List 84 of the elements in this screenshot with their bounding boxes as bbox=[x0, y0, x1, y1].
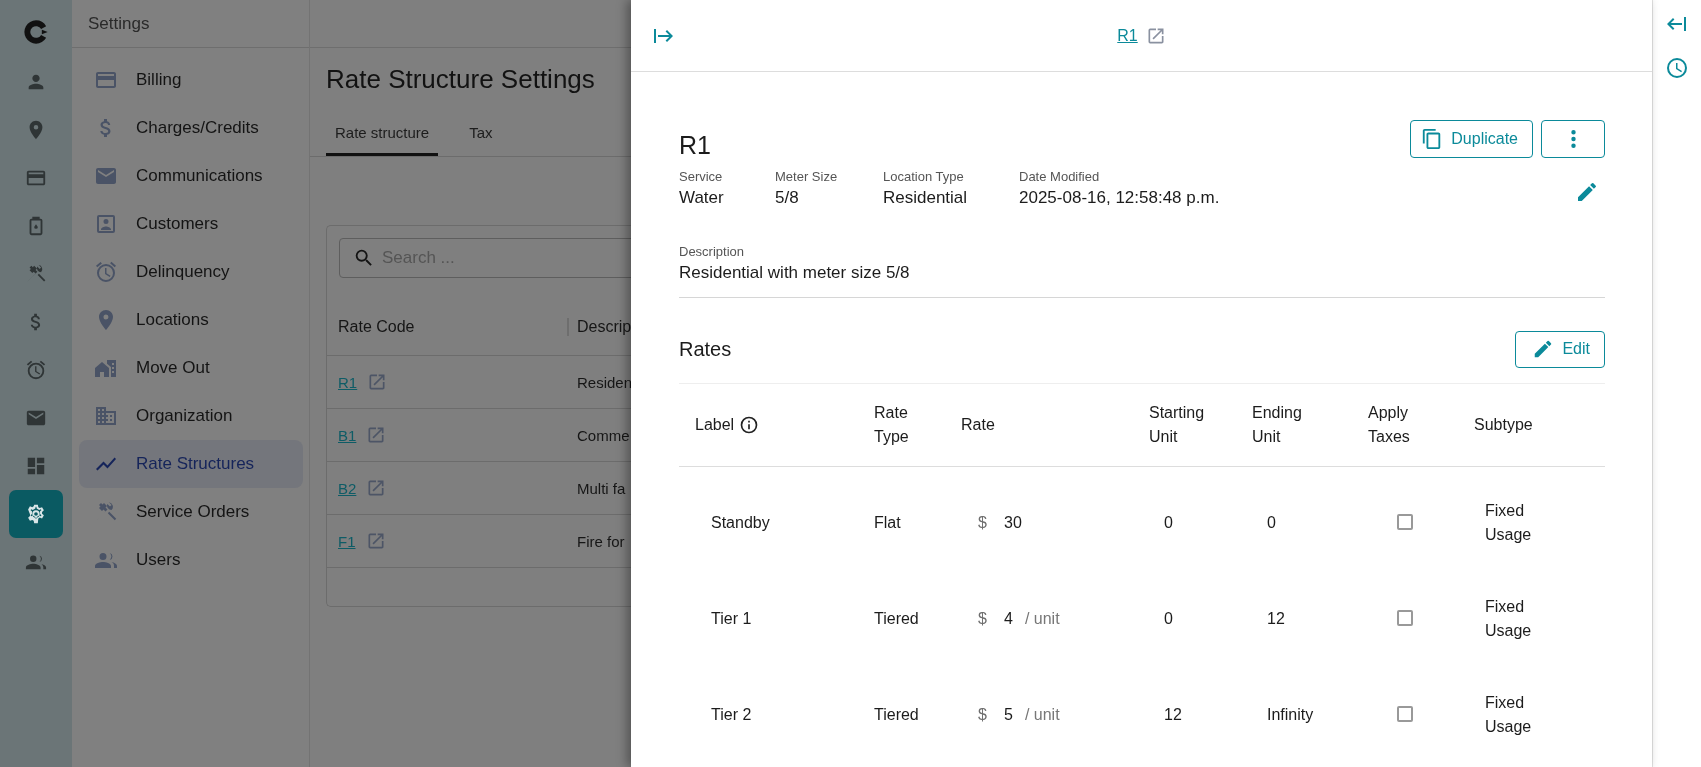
info-icon bbox=[739, 415, 760, 435]
table-cell-text: Fixed Usage bbox=[1484, 501, 1532, 545]
table-cell-text: Tiered bbox=[874, 706, 920, 724]
table-cell-text: 0 bbox=[1163, 610, 1174, 628]
currency-symbol: $ bbox=[978, 610, 988, 628]
settings-nav-item[interactable]: Locations bbox=[79, 296, 303, 344]
more-options-button[interactable] bbox=[1541, 120, 1605, 158]
settings-nav-item[interactable]: Users bbox=[79, 536, 303, 584]
alarm-clock-icon bbox=[25, 359, 47, 381]
external-link-icon bbox=[366, 478, 387, 498]
apply-taxes-checkbox[interactable] bbox=[1397, 610, 1413, 626]
table-cell-text: Fixed Usage bbox=[1484, 597, 1532, 641]
more-vertical-icon bbox=[1570, 130, 1576, 148]
rate-unit: / unit bbox=[1024, 706, 1060, 724]
external-link-icon bbox=[367, 372, 388, 392]
field-label: Description bbox=[679, 244, 746, 259]
rate-amount: 30 bbox=[1004, 514, 1022, 532]
column-header: Rate bbox=[961, 415, 995, 435]
section-title: Rates bbox=[679, 337, 732, 361]
alarm-clock-icon bbox=[94, 260, 118, 284]
settings-nav-item[interactable]: Service Orders bbox=[79, 488, 303, 536]
rate-code-link[interactable]: R1 bbox=[1117, 26, 1138, 45]
apply-taxes-checkbox[interactable] bbox=[1397, 514, 1413, 530]
table-cell-text: Comme bbox=[576, 426, 631, 444]
apply-taxes-checkbox[interactable] bbox=[1397, 706, 1413, 722]
column-header: Starting Unit bbox=[1149, 403, 1205, 447]
rate-amount: 4 bbox=[1004, 610, 1013, 628]
field-value: 5/8 bbox=[775, 188, 800, 208]
tab[interactable]: Tax bbox=[460, 114, 502, 156]
rate-unit: / unit bbox=[1024, 610, 1060, 628]
table-cell-text: Fire for bbox=[576, 532, 626, 550]
settings-title: Settings bbox=[88, 13, 150, 34]
table-cell-text: Tier 2 bbox=[710, 706, 753, 724]
settings-nav-item[interactable]: Customers bbox=[79, 200, 303, 248]
column-header: Apply Taxes bbox=[1368, 403, 1410, 447]
clock-icon bbox=[1665, 56, 1689, 80]
table-cell-text: Multi fa bbox=[576, 479, 627, 497]
field-value: 2025-08-16, 12:58:48 p.m. bbox=[1019, 188, 1220, 208]
pencil-icon bbox=[1575, 180, 1599, 204]
settings-nav-item[interactable]: Delinquency bbox=[79, 248, 303, 296]
currency-symbol: $ bbox=[978, 706, 988, 724]
settings-nav-item[interactable]: Communications bbox=[79, 152, 303, 200]
column-header: Label bbox=[695, 415, 735, 435]
duplicate-button[interactable]: Duplicate bbox=[1410, 120, 1533, 158]
table-cell-text: Tiered bbox=[874, 610, 920, 628]
table-cell-text: Infinity bbox=[1266, 706, 1315, 724]
field-label: Date Modified bbox=[1019, 169, 1101, 184]
settings-nav-item[interactable]: Charges/Credits bbox=[79, 104, 303, 152]
edit-rates-button[interactable]: Edit bbox=[1515, 330, 1605, 368]
settings-nav-item[interactable]: Organization bbox=[79, 392, 303, 440]
column-header: Ending Unit bbox=[1252, 403, 1302, 447]
field-label: Service bbox=[679, 169, 724, 184]
settings-icon bbox=[25, 503, 47, 525]
settings-nav-item[interactable]: Move Out bbox=[79, 344, 303, 392]
table-cell-text: 12 bbox=[1266, 610, 1286, 628]
table-cell-text: 0 bbox=[1163, 514, 1174, 532]
currency-symbol: $ bbox=[978, 514, 988, 532]
tab[interactable]: Rate structure bbox=[326, 114, 439, 156]
table-cell-text: Fixed Usage bbox=[1484, 693, 1532, 737]
table-cell-text: Residen bbox=[576, 373, 631, 391]
table-cell-text: 0 bbox=[1266, 514, 1277, 532]
column-header: Subtype bbox=[1474, 415, 1533, 435]
settings-nav-item[interactable]: Billing bbox=[79, 56, 303, 104]
table-cell-text: Tier 1 bbox=[710, 610, 753, 628]
rail-nav-button[interactable] bbox=[9, 490, 63, 538]
search-icon bbox=[353, 247, 375, 269]
field-value: Residential bbox=[883, 188, 969, 208]
table-cell-text: 12 bbox=[1163, 706, 1183, 724]
page-title: Rate Structure Settings bbox=[326, 63, 596, 96]
dashboard-icon bbox=[25, 455, 47, 477]
table-cell-text: Standby bbox=[710, 514, 771, 532]
contact-card-icon bbox=[94, 212, 118, 236]
building-icon bbox=[94, 404, 118, 428]
field-value: Residential with meter size 5/8 bbox=[679, 263, 911, 283]
field-label: Location Type bbox=[883, 169, 965, 184]
field-value: Water bbox=[679, 188, 725, 208]
rate-title: R1 bbox=[679, 131, 711, 160]
column-header: Rate Type bbox=[874, 403, 909, 447]
settings-nav-item[interactable]: Rate Structures bbox=[79, 440, 303, 488]
rate-amount: 5 bbox=[1004, 706, 1013, 724]
external-link-icon bbox=[366, 425, 387, 445]
column-header: Rate Code bbox=[337, 317, 416, 336]
table-cell-text: Flat bbox=[874, 514, 902, 532]
field-label: Meter Size bbox=[775, 169, 839, 184]
